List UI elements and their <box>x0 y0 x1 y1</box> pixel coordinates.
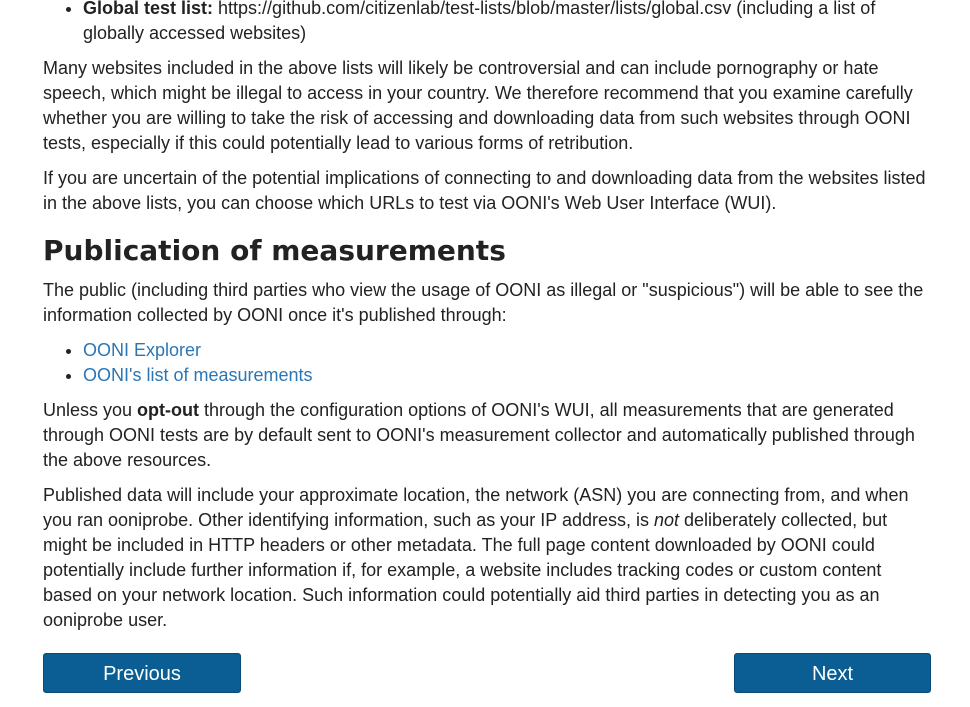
publication-links-list: OONI Explorer OONI's list of measurement… <box>43 338 933 388</box>
optout-text-before: Unless you <box>43 400 138 420</box>
published-data-paragraph: Published data will include your approxi… <box>43 483 933 633</box>
list-item: OONI's list of measurements <box>83 363 933 388</box>
previous-button[interactable]: Previous <box>43 653 241 693</box>
list-item: Global test list: https://github.com/cit… <box>83 0 933 46</box>
controversial-warning-paragraph: Many websites included in the above list… <box>43 58 913 153</box>
list-item: OONI Explorer <box>83 338 933 363</box>
publication-heading: Publication of measurements <box>43 234 506 267</box>
optout-paragraph: Unless you opt-out through the configura… <box>43 398 933 473</box>
next-button[interactable]: Next <box>734 653 931 693</box>
uncertain-paragraph: If you are uncertain of the potential im… <box>43 168 926 213</box>
publication-intro-paragraph: The public (including third parties who … <box>43 280 924 325</box>
navigation-buttons: Previous Next <box>43 653 931 695</box>
test-lists-list: Global test list: https://github.com/cit… <box>43 0 933 46</box>
main-content: Global test list: https://github.com/cit… <box>43 0 933 633</box>
ooni-measurements-list-link[interactable]: OONI's list of measurements <box>83 365 313 385</box>
global-test-list-label: Global test list: <box>83 0 214 18</box>
ooni-explorer-link[interactable]: OONI Explorer <box>83 340 201 360</box>
published-emphasis: not <box>654 510 680 530</box>
optout-bold: opt-out <box>137 400 200 420</box>
